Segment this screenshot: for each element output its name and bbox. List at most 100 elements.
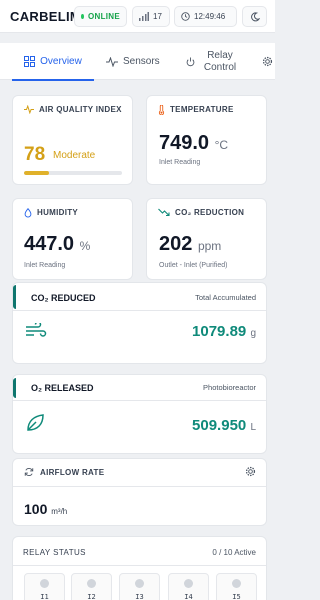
o2-released-accent <box>13 378 16 398</box>
signal-bars-icon <box>139 12 149 21</box>
airflow-divider <box>13 486 266 487</box>
relay-status-title: RELAY STATUS <box>23 548 86 557</box>
tab-overview[interactable]: Overview <box>12 43 94 81</box>
relay-button-i5[interactable]: I5 <box>216 573 257 600</box>
o2-released-card: O₂ RELEASED Photobioreactor 509.950 L <box>12 374 267 454</box>
aqi-progress-bar <box>24 171 122 175</box>
refresh-icon <box>24 468 34 476</box>
co2-reduced-title: CO₂ REDUCED <box>31 293 96 303</box>
relay-button-i2[interactable]: I2 <box>71 573 112 600</box>
o2-released-value: 509.950 L <box>192 417 256 434</box>
temperature-title: TEMPERATURE <box>158 105 234 115</box>
relay-button-i4[interactable]: I4 <box>168 573 209 600</box>
tab-sensors-label: Sensors <box>123 56 160 67</box>
airflow-title-text: AIRFLOW RATE <box>40 467 105 477</box>
relay-led-icon <box>40 579 49 588</box>
relay-label: I3 <box>135 593 144 600</box>
co2-reduction-number: 202 <box>159 233 193 255</box>
tab-relay-control[interactable]: Relay Control <box>186 43 240 80</box>
aqi-level: Moderate <box>53 150 96 161</box>
co2-reduction-sub: Outlet - Inlet (Purified) <box>159 262 228 269</box>
relay-status-divider <box>13 565 266 566</box>
airflow-number: 100 <box>24 501 48 517</box>
relay-led-icon <box>184 579 193 588</box>
co2-reduction-title-text: CO₂ REDUCTION <box>175 208 245 217</box>
relay-label: I4 <box>184 593 193 600</box>
theme-toggle-button[interactable] <box>242 6 267 27</box>
temperature-number: 749.0 <box>159 132 210 154</box>
airflow-card: AIRFLOW RATE 100 m³/h <box>12 458 267 526</box>
brand-title: CARBELIM <box>10 9 82 24</box>
leaf-icon <box>27 414 44 431</box>
humidity-title: HUMIDITY <box>24 208 78 218</box>
relay-status-card: RELAY STATUS 0 / 10 Active I1 I2 I3 I4 I… <box>12 536 267 600</box>
connection-status-badge: ONLINE <box>74 6 127 27</box>
co2-reduced-accent <box>13 285 16 309</box>
online-dot-icon <box>81 14 84 19</box>
o2-released-divider <box>13 400 266 401</box>
o2-released-title: O₂ RELEASED <box>31 383 94 393</box>
temperature-unit: °C <box>214 138 229 152</box>
co2-reduction-card: CO₂ REDUCTION 202 ppm Outlet - Inlet (Pu… <box>146 198 267 280</box>
clock-display: 12:49:46 <box>174 6 237 27</box>
clock-time: 12:49:46 <box>194 12 226 21</box>
co2-reduction-unit: ppm <box>197 239 222 253</box>
co2-reduced-card: CO₂ REDUCED Total Accumulated 1079.89 g <box>12 282 267 364</box>
relay-led-icon <box>135 579 144 588</box>
co2-reduction-value: 202 ppm <box>159 233 221 256</box>
clock-icon <box>181 12 190 21</box>
o2-released-unit: L <box>250 422 256 433</box>
humidity-title-text: HUMIDITY <box>37 208 79 217</box>
wind-icon <box>26 323 47 337</box>
tab-overview-label: Overview <box>40 56 82 67</box>
airflow-settings-icon[interactable] <box>245 466 256 477</box>
relay-button-i3[interactable]: I3 <box>119 573 160 600</box>
moon-icon <box>250 11 260 21</box>
temperature-sub: Inlet Reading <box>159 159 201 166</box>
relay-led-icon <box>232 579 241 588</box>
relay-led-icon <box>87 579 96 588</box>
relay-label: I5 <box>232 593 241 600</box>
humidity-unit: % <box>79 239 91 253</box>
co2-reduced-caption: Total Accumulated <box>195 293 256 302</box>
aqi-progress-fill <box>24 171 50 175</box>
co2-reduced-number: 1079.89 <box>192 323 247 340</box>
o2-released-number: 509.950 <box>192 417 247 434</box>
tab-settings[interactable] <box>262 43 273 80</box>
co2-reduced-unit: g <box>250 328 256 339</box>
dashboard-icon <box>24 56 36 67</box>
co2-reduced-value: 1079.89 g <box>192 323 256 340</box>
app-header: CARBELIM ONLINE 17 12:49:46 <box>0 0 275 33</box>
temperature-value: 749.0 °C <box>159 132 228 155</box>
o2-released-caption: Photobioreactor <box>203 383 256 392</box>
thermometer-icon <box>158 105 165 115</box>
relay-label: I2 <box>87 593 96 600</box>
air-quality-title: AIR QUALITY INDEX <box>24 105 124 115</box>
co2-reduced-divider <box>13 310 266 311</box>
gear-icon <box>262 56 273 67</box>
airflow-title: AIRFLOW RATE <box>24 467 104 477</box>
signal-indicator: 17 <box>132 6 170 27</box>
humidity-value: 447.0 % <box>24 233 90 256</box>
humidity-sub: Inlet Reading <box>24 262 66 269</box>
relay-button-i1[interactable]: I1 <box>24 573 65 600</box>
tab-relay-control-label: Relay Control <box>203 49 237 73</box>
trending-down-icon <box>158 208 170 217</box>
nav-tabs: Overview Sensors Relay Control <box>0 43 275 81</box>
activity-icon <box>106 56 118 67</box>
airflow-value: 100 m³/h <box>24 501 67 517</box>
connection-status-text: ONLINE <box>87 12 120 21</box>
temperature-card: TEMPERATURE 749.0 °C Inlet Reading <box>146 95 267 185</box>
co2-reduction-title: CO₂ REDUCTION <box>158 208 244 217</box>
air-quality-title-text: AIR QUALITY INDEX <box>39 105 122 114</box>
airflow-unit: m³/h <box>51 507 68 516</box>
air-quality-card: AIR QUALITY INDEX 78 Moderate <box>12 95 133 185</box>
tab-sensors[interactable]: Sensors <box>106 43 160 80</box>
humidity-number: 447.0 <box>24 233 75 255</box>
humidity-card: HUMIDITY 447.0 % Inlet Reading <box>12 198 133 280</box>
activity-icon <box>24 105 34 114</box>
power-icon <box>186 57 195 66</box>
signal-value: 17 <box>153 12 162 21</box>
droplet-icon <box>24 208 32 218</box>
relay-label: I1 <box>40 593 49 600</box>
